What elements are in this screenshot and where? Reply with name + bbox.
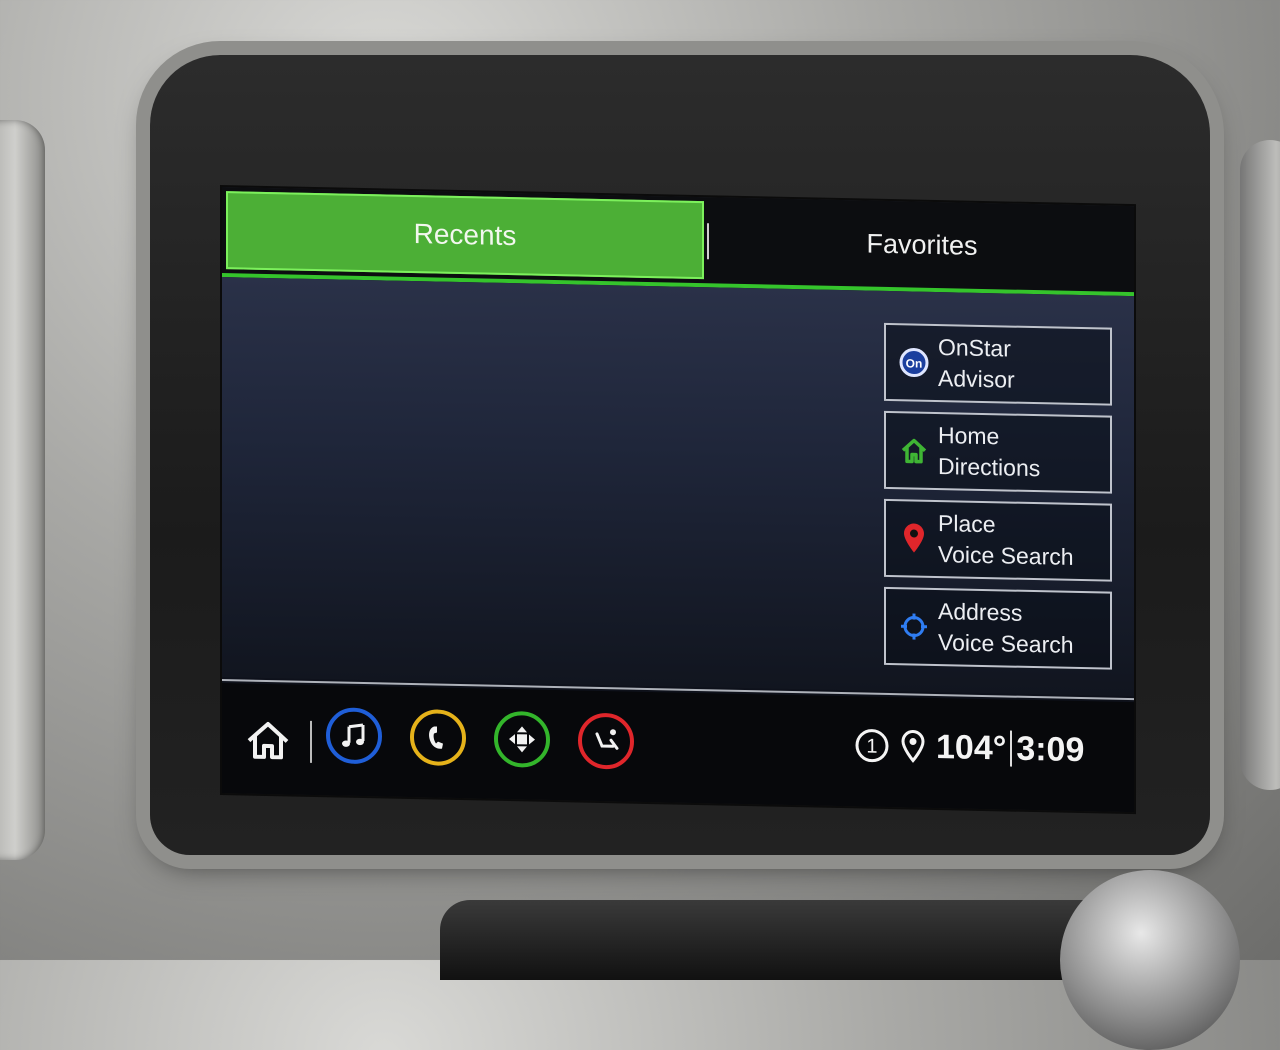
label-line-1: OnStar [938,334,1011,362]
tab-divider [707,223,709,260]
svg-text:On: On [906,356,923,370]
volume-knob[interactable] [1060,870,1240,1050]
music-icon [342,723,365,747]
place-voice-search-button[interactable]: Place Voice Search [884,498,1112,582]
apps-icon [509,726,535,753]
tab-favorites[interactable]: Favorites [712,201,1132,288]
label-line-1: Home [938,422,1000,450]
infotainment-screen: Recents Favorites On OnStar Advisor Home… [220,185,1136,815]
notification-count: 1 [866,736,877,758]
label-line-2: Voice Search [938,629,1074,658]
onstar-icon: On [894,342,934,383]
apps-button[interactable] [494,710,550,768]
dashboard-vent [440,900,1140,980]
place-voice-search-label: Place Voice Search [938,508,1074,573]
phone-icon [429,726,443,749]
address-voice-search-button[interactable]: Address Voice Search [884,586,1112,670]
label-line-2: Advisor [938,365,1015,393]
tab-recents[interactable]: Recents [226,191,704,280]
label-line-2: Voice Search [938,541,1074,570]
label-line-2: Directions [938,453,1041,482]
onstar-advisor-button[interactable]: On OnStar Advisor [884,322,1112,406]
location-icon [901,730,925,763]
climate-seat-button[interactable] [578,712,634,770]
status-area: 1 104° 3:09 [854,720,1084,775]
audio-button[interactable] [326,707,382,765]
temperature-readout: 104° [936,727,1007,767]
seat-icon [595,729,619,750]
clock: 3:09 [1016,729,1085,769]
crosshair-icon [894,606,934,647]
dock-divider [310,720,312,763]
address-voice-search-label: Address Voice Search [938,596,1074,661]
label-line-1: Place [938,510,996,538]
home-directions-button[interactable]: Home Directions [884,410,1112,494]
status-divider [1010,730,1013,767]
location-pin-icon [894,518,934,559]
home-icon [247,722,289,760]
home-directions-label: Home Directions [938,420,1040,484]
dashboard-right-trim [1240,140,1280,790]
phone-button[interactable] [410,708,466,767]
dock-bar: 1 104° 3:09 [222,683,1134,813]
notification-count-icon[interactable]: 1 [854,727,890,764]
quick-actions-list: On OnStar Advisor Home Directions Place … [884,322,1112,680]
label-line-1: Address [938,598,1023,626]
home-icon [894,430,934,471]
home-button[interactable] [240,711,296,768]
dashboard-left-trim [0,120,45,860]
onstar-advisor-label: OnStar Advisor [938,332,1015,396]
